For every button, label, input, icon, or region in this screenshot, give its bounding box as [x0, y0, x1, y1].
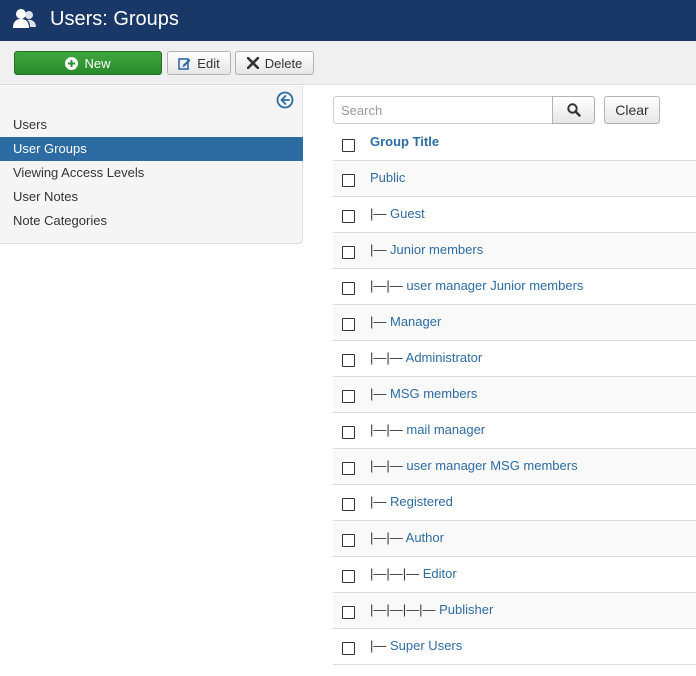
- group-title-cell: |—|— Author: [370, 530, 444, 545]
- group-title-cell: |— Guest: [370, 206, 425, 221]
- sidebar-item-user-groups[interactable]: User Groups: [0, 137, 303, 161]
- group-title-cell: |— Manager: [370, 314, 441, 329]
- search-input[interactable]: [333, 96, 553, 124]
- table-row: Public: [333, 160, 696, 196]
- table-row: |—|— Administrator: [333, 340, 696, 376]
- tree-prefix: |—|—: [370, 278, 407, 293]
- row-checkbox[interactable]: [342, 210, 355, 223]
- row-checkbox[interactable]: [342, 642, 355, 655]
- group-title-link[interactable]: Super Users: [390, 638, 462, 653]
- table-row: |—|—|— Editor: [333, 556, 696, 592]
- group-title-link[interactable]: Manager: [390, 314, 441, 329]
- delete-button[interactable]: Delete: [235, 51, 314, 75]
- table-row: |—|—|—|— Publisher: [333, 592, 696, 628]
- table-row: |— Guest: [333, 196, 696, 232]
- group-title-link[interactable]: Registered: [390, 494, 453, 509]
- group-title-link[interactable]: mail manager: [406, 422, 485, 437]
- row-checkbox[interactable]: [342, 282, 355, 295]
- group-title-link[interactable]: Guest: [390, 206, 425, 221]
- group-title-cell: Public: [370, 170, 405, 185]
- group-title-link[interactable]: Junior members: [390, 242, 483, 257]
- group-title-cell: |—|— Administrator: [370, 350, 482, 365]
- table-row: |— Registered: [333, 484, 696, 520]
- group-title-cell: |—|— user manager Junior members: [370, 278, 583, 293]
- group-title-link[interactable]: Editor: [423, 566, 457, 581]
- group-title-link[interactable]: MSG members: [390, 386, 477, 401]
- row-checkbox[interactable]: [342, 606, 355, 619]
- tree-prefix: |—: [370, 242, 390, 257]
- tree-prefix: |—|—: [370, 458, 407, 473]
- table-row: |—|— Author: [333, 520, 696, 556]
- table-row: |—|— user manager MSG members: [333, 448, 696, 484]
- group-title-link[interactable]: Public: [370, 170, 405, 185]
- new-button[interactable]: New: [14, 51, 162, 75]
- row-checkbox[interactable]: [342, 426, 355, 439]
- tree-prefix: |—|—|—|—: [370, 602, 440, 617]
- table-row: |— Manager: [333, 304, 696, 340]
- group-title-cell: |—|— user manager MSG members: [370, 458, 578, 473]
- sidebar: Users User Groups Viewing Access Levels …: [0, 86, 303, 244]
- tree-prefix: |—: [370, 386, 390, 401]
- group-title-cell: |— Super Users: [370, 638, 462, 653]
- edit-icon: [178, 57, 191, 70]
- group-title-cell: |—|— mail manager: [370, 422, 485, 437]
- users-icon: [13, 9, 36, 28]
- row-checkbox[interactable]: [342, 246, 355, 259]
- row-checkbox[interactable]: [342, 174, 355, 187]
- tree-prefix: |—: [370, 206, 390, 221]
- row-checkbox[interactable]: [342, 534, 355, 547]
- groups-table: Group Title Public |— Guest |— Junior memb…: [333, 126, 696, 665]
- row-checkbox[interactable]: [342, 570, 355, 583]
- search-button[interactable]: [552, 96, 595, 124]
- table-header-row: Group Title: [333, 126, 696, 160]
- column-header-group-title[interactable]: Group Title: [370, 134, 439, 149]
- sidebar-item-user-notes[interactable]: User Notes: [0, 185, 303, 209]
- group-title-link[interactable]: Administrator: [406, 350, 483, 365]
- sidebar-item-viewing-access-levels[interactable]: Viewing Access Levels: [0, 161, 303, 185]
- group-title-cell: |— Registered: [370, 494, 453, 509]
- group-title-link[interactable]: user manager Junior members: [406, 278, 583, 293]
- table-row: |— Junior members: [333, 232, 696, 268]
- page-header: Users: Groups: [0, 0, 696, 41]
- tree-prefix: |—: [370, 638, 390, 653]
- tree-prefix: |—|—: [370, 422, 407, 437]
- table-bottom-border: [333, 664, 696, 665]
- toolbar: New Edit Delete: [0, 41, 696, 85]
- sidebar-item-users[interactable]: Users: [0, 113, 303, 137]
- table-row: |—|— user manager Junior members: [333, 268, 696, 304]
- delete-button-label: Delete: [264, 55, 303, 71]
- row-checkbox[interactable]: [342, 462, 355, 475]
- select-all-checkbox[interactable]: [342, 139, 355, 152]
- tree-prefix: |—|—: [370, 350, 406, 365]
- row-checkbox[interactable]: [342, 354, 355, 367]
- tree-prefix: |—|—: [370, 530, 406, 545]
- tree-prefix: |—: [370, 494, 390, 509]
- group-title-cell: |—|—|— Editor: [370, 566, 457, 581]
- search-icon: [566, 103, 581, 117]
- group-title-cell: |— MSG members: [370, 386, 477, 401]
- edit-button-label: Edit: [197, 55, 220, 71]
- clear-button[interactable]: Clear: [604, 96, 660, 124]
- group-title-link[interactable]: user manager MSG members: [406, 458, 577, 473]
- tree-prefix: |—: [370, 314, 390, 329]
- table-row: |— MSG members: [333, 376, 696, 412]
- row-checkbox[interactable]: [342, 318, 355, 331]
- collapse-sidebar-icon[interactable]: [276, 91, 294, 109]
- new-button-label: New: [84, 55, 111, 71]
- group-title-link[interactable]: Publisher: [439, 602, 493, 617]
- group-title-cell: |— Junior members: [370, 242, 483, 257]
- row-checkbox[interactable]: [342, 498, 355, 511]
- tree-prefix: |—|—|—: [370, 566, 423, 581]
- group-title-cell: |—|—|—|— Publisher: [370, 602, 493, 617]
- table-row: |— Super Users: [333, 628, 696, 664]
- plus-circle-icon: [65, 56, 79, 70]
- edit-button[interactable]: Edit: [167, 51, 231, 75]
- page-title: Users: Groups: [50, 8, 179, 30]
- table-row: |—|— mail manager: [333, 412, 696, 448]
- row-checkbox[interactable]: [342, 390, 355, 403]
- group-title-link[interactable]: Author: [406, 530, 444, 545]
- sidebar-item-note-categories[interactable]: Note Categories: [0, 209, 303, 233]
- close-icon: [246, 57, 259, 69]
